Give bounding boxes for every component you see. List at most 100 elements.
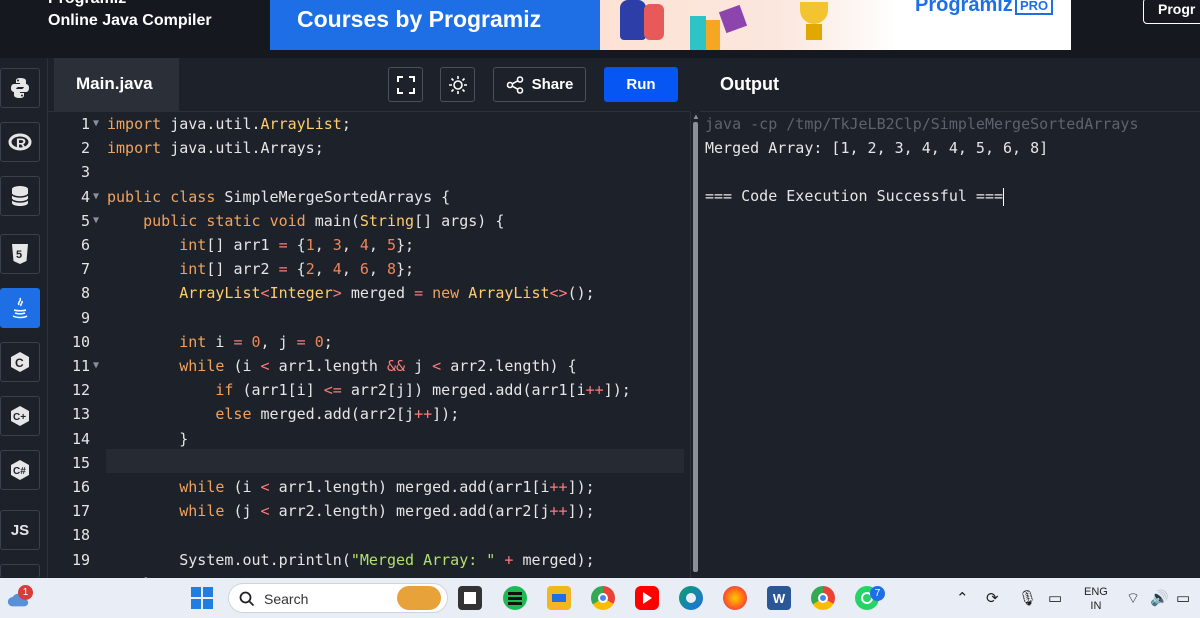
code-line[interactable]: 6 int[] arr1 = {1, 3, 4, 5}; [48,233,684,257]
code-editor[interactable]: 1 ▼ import java.util.ArrayList; 2 import jav… [48,112,690,578]
code-text: } [179,429,189,448]
svg-text:C#: C# [13,466,26,477]
chrome-app[interactable] [591,586,615,610]
scroll-thumb[interactable] [693,122,698,572]
theme-toggle-button[interactable] [440,67,475,102]
line-number: 11 [71,357,90,375]
weather-badge: 1 [18,585,33,600]
code-text: System.out.println("Merged Array: " + me… [179,550,595,569]
file-explorer-app[interactable] [547,586,571,610]
microphone-icon[interactable]: 🎙 [1018,589,1037,607]
svg-text:R: R [16,135,26,151]
wifi-icon[interactable]: ⌔ [1126,589,1140,608]
c-language-button[interactable]: C [0,342,40,382]
word-app[interactable]: W [767,586,791,610]
r-language-button[interactable]: R [0,122,40,162]
ad-logo-text: Programiz [915,0,1013,16]
r-icon: R [8,133,32,151]
database-icon [11,186,29,206]
code-line[interactable]: 15 [48,451,684,475]
code-line[interactable]: 9 [48,306,684,330]
play-icon [642,592,652,604]
run-button[interactable]: Run [604,67,678,102]
youtube-app[interactable] [635,586,659,610]
code-line[interactable]: 19 System.out.println("Merged Array: " +… [48,548,684,572]
line-number: 4 [80,187,90,206]
code-line[interactable]: 12 if (arr1[i] <= arr2[j]) merged.add(ar… [48,378,684,402]
code-line[interactable]: 16 while (i < arr1.length) merged.add(ar… [48,475,684,499]
line-number: 3 [80,163,90,182]
code-line[interactable]: 4 ▼ public class SimpleMergeSortedArrays { [48,185,684,209]
code-line[interactable]: 8 ArrayList<Integer> merged = new ArrayL… [48,281,684,305]
output-success-message: === Code Execution Successful === [705,184,1005,208]
html5-icon: 5 [12,244,28,264]
keyboard-icon[interactable]: ▭ [1048,589,1062,607]
person-figure [620,0,646,40]
cpp-language-button[interactable]: C+ [0,396,40,436]
code-text: if (arr1[i] <= arr2[j]) merged.add(arr1[… [215,381,631,400]
code-line[interactable]: 11 ▼ while (i < arr1.length && j < arr2.l… [48,354,684,378]
share-button[interactable]: Share [493,67,586,102]
fold-arrow-icon[interactable]: ▼ [93,209,99,233]
code-line[interactable]: 13 else merged.add(arr2[j++]); [48,402,684,426]
code-text: ArrayList<Integer> merged = new ArrayLis… [179,284,595,303]
book-shape [690,16,706,50]
word-icon: W [772,590,786,606]
scroll-up-arrow-icon[interactable]: ▲ [692,112,700,121]
c-icon: C [11,352,29,372]
spotify-app[interactable] [503,586,527,610]
editor-scrollbar[interactable]: ▲ [690,112,700,578]
input-language-indicator[interactable]: ENG IN [1084,585,1108,613]
code-line[interactable]: 17 while (j < arr2.length) merged.add(ar… [48,499,684,523]
person-figure [644,4,664,40]
code-line[interactable]: 18 [48,523,684,547]
volume-icon[interactable]: 🔊 [1150,589,1169,607]
text-cursor [1003,187,1005,206]
sync-icon[interactable]: ⟳ [986,589,999,607]
code-line[interactable]: 10 int i = 0, j = 0; [48,330,684,354]
ad-banner[interactable]: Courses by Programiz Programiz PRO [270,0,1071,50]
code-line[interactable]: 7 int[] arr2 = {2, 4, 6, 8}; [48,257,684,281]
ad-pro-badge: PRO [1015,0,1054,15]
region-code: IN [1090,600,1102,612]
edge-app[interactable] [679,586,703,610]
code-line[interactable]: 1 ▼ import java.util.ArrayList; [48,112,684,136]
start-button[interactable] [190,586,214,610]
csharp-language-button[interactable]: C# [0,450,40,490]
java-language-button[interactable] [0,288,40,328]
python-icon [11,78,29,98]
fold-arrow-icon[interactable]: ▼ [93,185,99,209]
html-language-button[interactable]: 5 [0,234,40,274]
show-hidden-icons-chevron-icon[interactable]: ⌃ [956,589,969,607]
file-tab[interactable]: Main.java [54,58,179,112]
output-title: Output [720,74,779,94]
code-text: else merged.add(arr2[j++]); [215,405,460,424]
line-number: 8 [80,284,90,303]
line-number: 13 [71,405,90,424]
battery-icon[interactable]: ▭ [1176,589,1190,607]
code-line[interactable]: 5 ▼ public static void main(String[] args… [48,209,684,233]
output-header: Output [700,58,1200,112]
python-language-button[interactable] [0,68,40,108]
fullscreen-button[interactable] [388,67,423,102]
code-line[interactable]: 3 [48,160,684,184]
fold-arrow-icon[interactable]: ▼ [93,112,99,136]
more-language-button[interactable] [0,564,40,578]
task-view-button[interactable] [458,586,482,610]
programiz-pro-button[interactable]: Progr [1143,0,1200,24]
svg-text:C+: C+ [13,412,26,423]
fold-arrow-icon[interactable]: ▼ [93,354,99,378]
chrome-icon [818,593,828,603]
firefox-app[interactable] [723,586,747,610]
brand-logo-text[interactable]: Programiz [48,0,126,8]
code-line[interactable]: 14 } [48,427,684,451]
chrome-profile-app[interactable] [811,586,835,610]
js-language-button[interactable]: JS [0,510,40,550]
top-header: Programiz Online Java Compiler Courses b… [0,0,1200,58]
code-line[interactable]: 2 import java.util.Arrays; [48,136,684,160]
line-number: 12 [71,381,90,400]
taskbar-search[interactable]: Search [228,583,448,613]
output-console[interactable]: java -cp /tmp/TkJeLB2Clp/SimpleMergeSort… [700,112,1200,578]
code-text: while (i < arr1.length && j < arr2.lengt… [179,357,577,375]
sql-language-button[interactable] [0,176,40,216]
